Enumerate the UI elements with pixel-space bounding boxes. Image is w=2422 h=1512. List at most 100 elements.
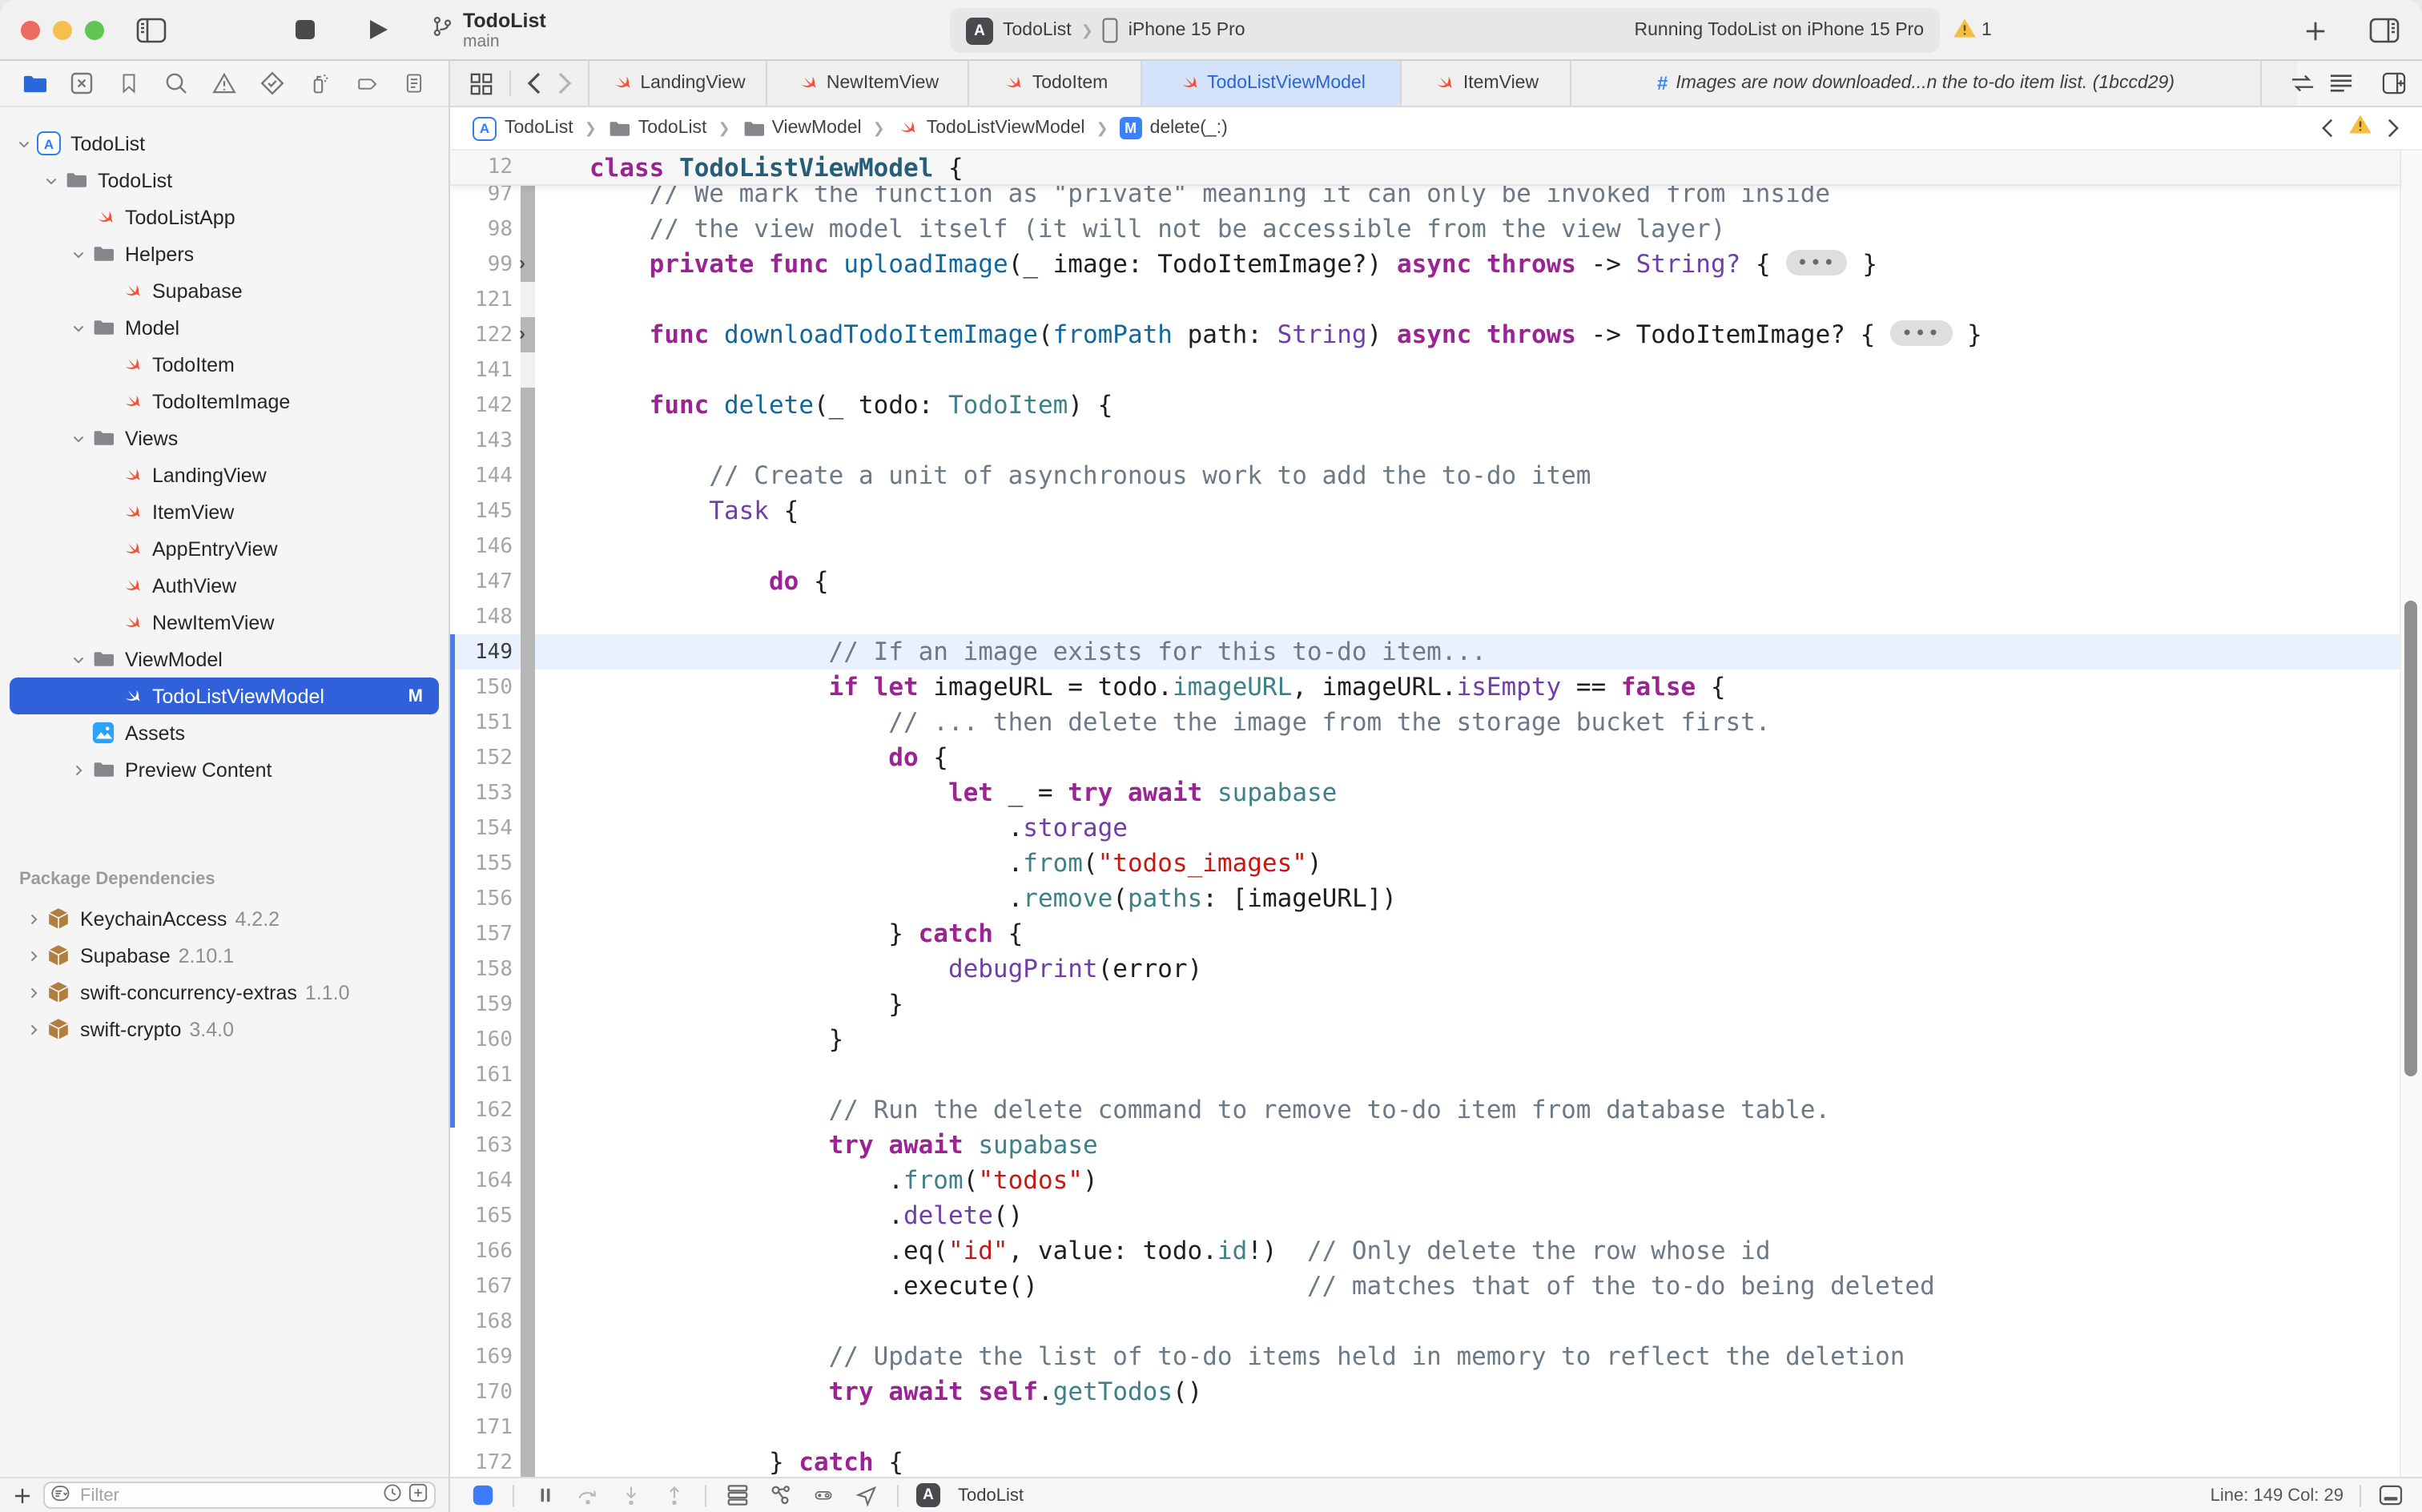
tree-item-Views[interactable]: Views [10,420,439,456]
running-app-label[interactable]: TodoList [958,1486,1024,1505]
issue-warning-icon[interactable] [2348,114,2372,143]
code-line-152[interactable]: 152 do { [450,740,2400,775]
code-line-155[interactable]: 155 .from("todos_images") [450,846,2400,881]
tree-item-TodoItem[interactable]: TodoItem [10,346,439,383]
disclosure-right-icon[interactable] [22,911,45,927]
related-items-icon[interactable] [469,71,493,95]
tree-item-TodoItemImage[interactable]: TodoItemImage [10,383,439,420]
step-over-icon[interactable] [575,1482,601,1508]
fold-ribbon[interactable] [521,1269,535,1304]
code-line-164[interactable]: 164 .from("todos") [450,1163,2400,1198]
fold-ribbon[interactable] [521,1409,535,1445]
bookmarks-icon[interactable] [116,70,143,97]
source-editor[interactable]: 97 // We mark the function as "private" … [450,151,2422,1477]
tree-item-AppEntryView[interactable]: AppEntryView [10,530,439,567]
fold-ribbon[interactable] [521,1092,535,1128]
code-line-168[interactable]: 168 [450,1304,2400,1339]
disclosure-right-icon[interactable] [22,984,45,1000]
scheme-name[interactable]: TodoList [1003,21,1072,40]
fold-ribbon[interactable] [521,1445,535,1477]
fold-ribbon[interactable] [521,987,535,1022]
minimap-lines-icon[interactable] [2329,74,2353,93]
code-fold-ellipsis[interactable]: ••• [1785,250,1847,275]
project-navigator-icon[interactable] [21,70,48,97]
disclosure-right-icon[interactable] [67,762,90,778]
reports-icon[interactable] [400,70,428,97]
code-review-icon[interactable] [2291,74,2315,93]
package-item-KeychainAccess[interactable]: KeychainAccess4.2.2 [10,900,439,937]
close-button[interactable] [21,20,40,39]
code-line-147[interactable]: 147 do { [450,564,2400,599]
code-line-170[interactable]: 170 try await self.getTodos() [450,1374,2400,1409]
app-badge-icon[interactable]: A [916,1483,940,1507]
fold-ribbon[interactable]: › [521,247,535,282]
step-into-icon[interactable] [618,1482,644,1508]
editor-layout-icon[interactable] [2377,1482,2403,1508]
tree-item-NewItemView[interactable]: NewItemView [10,604,439,641]
filter-input[interactable] [80,1486,376,1505]
go-forward-icon[interactable] [557,72,572,94]
fold-ribbon[interactable] [521,1163,535,1198]
package-item-swift-concurrency-extras[interactable]: swift-concurrency-extras1.1.0 [10,974,439,1011]
warning-badge[interactable]: 1 [1953,0,1992,61]
navigator-toggle-icon[interactable] [136,17,167,42]
add-editor-split-icon[interactable] [2382,72,2406,94]
zoom-button[interactable] [85,20,104,39]
previous-issue-icon[interactable] [2321,119,2334,138]
sticky-declaration-header[interactable]: 12class TodoListViewModel { [450,151,2400,186]
simulate-location-icon[interactable] [854,1482,879,1508]
code-line-162[interactable]: 162 // Run the delete command to remove … [450,1092,2400,1128]
disclosure-down-icon[interactable] [67,430,90,446]
add-file-icon[interactable] [13,1486,32,1505]
disclosure-down-icon[interactable] [67,651,90,667]
fold-ribbon[interactable] [521,1304,535,1339]
tree-item-AuthView[interactable]: AuthView [10,567,439,604]
code-line-165[interactable]: 165 .delete() [450,1198,2400,1233]
code-line-145[interactable]: 145 Task { [450,493,2400,529]
fold-ribbon[interactable]: › [521,317,535,352]
tree-item-ViewModel[interactable]: ViewModel [10,641,439,678]
tab-Images-are-now-downloaded-n-th[interactable]: #Images are now downloaded...n the to-do… [1571,61,2262,106]
tree-item-Helpers[interactable]: Helpers [10,235,439,272]
scheme-selector[interactable]: A TodoList ❯ iPhone 15 Pro Running TodoL… [950,8,1940,53]
tree-item-Assets[interactable]: Assets [10,714,439,751]
disclosure-down-icon[interactable] [13,135,35,151]
code-line-146[interactable]: 146 [450,529,2400,564]
fold-ribbon[interactable] [521,1374,535,1409]
tree-item-Preview-Content[interactable]: Preview Content [10,751,439,788]
sidebar-divider[interactable] [449,61,450,1512]
fold-ribbon[interactable] [521,493,535,529]
code-line-142[interactable]: 142 func delete(_ todo: TodoItem) { [450,388,2400,423]
code-line-169[interactable]: 169 // Update the list of to-do items he… [450,1339,2400,1374]
code-line-148[interactable]: 148 [450,599,2400,634]
breadcrumb-item-TodoListViewModel[interactable]: TodoListViewModel [896,117,1085,139]
code-line-163[interactable]: 163 try await supabase [450,1128,2400,1163]
stop-button[interactable] [295,19,316,40]
fold-ribbon[interactable] [521,529,535,564]
breakpoints-icon[interactable] [353,70,380,97]
run-destination[interactable]: iPhone 15 Pro [1129,21,1245,40]
code-line-121[interactable]: 121 [450,282,2400,317]
code-line-151[interactable]: 151 // ... then delete the image from th… [450,705,2400,740]
code-line-143[interactable]: 143 [450,423,2400,458]
fold-ribbon[interactable] [521,564,535,599]
fold-ribbon[interactable] [521,388,535,423]
fold-ribbon[interactable] [521,1022,535,1057]
code-line-98[interactable]: 98 // the view model itself (it will not… [450,211,2400,247]
tree-item-LandingView[interactable]: LandingView [10,456,439,493]
fold-ribbon[interactable] [521,282,535,317]
breadcrumb-item-TodoList[interactable]: ATodoList [473,116,573,140]
code-line-122[interactable]: 122› func downloadTodoItemImage(fromPath… [450,317,2400,352]
fold-ribbon[interactable] [521,423,535,458]
fold-ribbon[interactable] [521,1233,535,1269]
pause-icon[interactable] [532,1482,557,1508]
tree-item-TodoList[interactable]: TodoList [10,162,439,199]
tree-item-Supabase[interactable]: Supabase [10,272,439,309]
fold-ribbon[interactable] [521,458,535,493]
tab-TodoListViewModel[interactable]: TodoListViewModel [1142,61,1402,106]
code-line-161[interactable]: 161 [450,1057,2400,1092]
minimize-button[interactable] [53,20,72,39]
tree-item-Model[interactable]: Model [10,309,439,346]
fold-ribbon[interactable] [521,705,535,740]
tests-icon[interactable] [258,70,285,97]
